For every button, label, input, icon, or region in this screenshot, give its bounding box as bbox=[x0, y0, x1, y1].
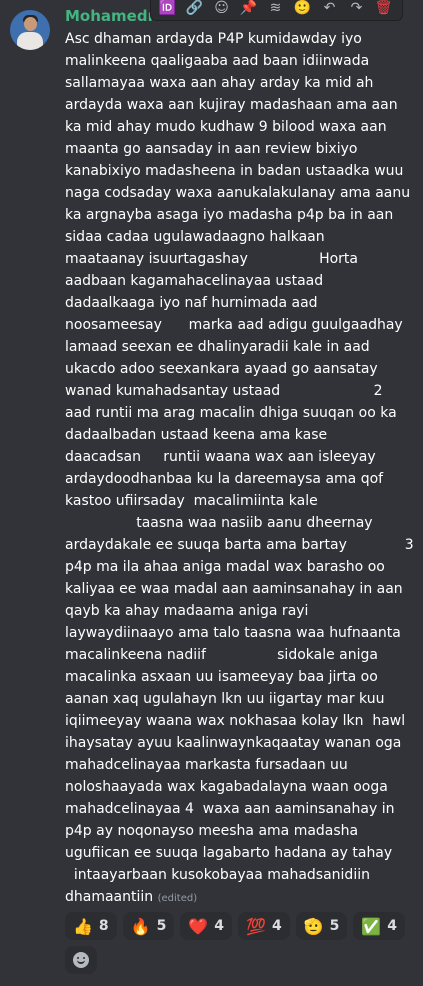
message-line: ardaydakale ee suuqa barta ama bartay 3 bbox=[65, 537, 414, 553]
message-line: macalinka asxaan uu isameeyay baa jirta … bbox=[65, 669, 378, 685]
reaction-button[interactable]: 🔥 5 bbox=[122, 912, 175, 940]
message-line: ka mid ahay mudo kudhaw 9 bilood waxa aa… bbox=[65, 119, 387, 135]
link-icon[interactable]: 🔗 bbox=[184, 0, 205, 18]
reactions-bar: 👍 8 🔥 5 ❤️ 4 💯 4 🫡 5 ✅ 4 bbox=[65, 912, 415, 974]
message-line-text: dhamaantiin bbox=[65, 889, 154, 905]
avatar-head bbox=[24, 17, 37, 31]
message-line: dhamaantiin (edited) bbox=[65, 886, 413, 908]
message-line: lamaad seexan ee dhalinyaradii kale in a… bbox=[65, 339, 370, 355]
message-line: dadaalkaaga iyo naf hurnimada aad bbox=[65, 295, 318, 311]
fire-icon: 🔥 bbox=[130, 916, 151, 936]
message-line: macalinkeena nadiif sidokale aniga bbox=[65, 647, 378, 663]
message-line: kastoo ufiirsaday macalimiinta kale bbox=[65, 493, 318, 509]
message-line: ardaydoodhanbaa ku la dareemaysa ama qof bbox=[65, 471, 384, 487]
heart-icon: ❤️ bbox=[188, 916, 209, 936]
message-line: aadbaan kagamahacelinayaa ustaad bbox=[65, 273, 324, 289]
message-line: aad runtii ma arag macalin dhiga suuqan … bbox=[65, 405, 397, 421]
reaction-button[interactable]: ✅ 4 bbox=[353, 912, 406, 940]
delete-icon[interactable]: 🗑 bbox=[373, 0, 394, 18]
reaction-count: 4 bbox=[271, 918, 282, 934]
saluting-face-icon: 🫡 bbox=[303, 916, 324, 936]
message-line: sidaa cadaa ugulawadaagno halkaan bbox=[65, 229, 325, 245]
message-line: noosameesay marka aad adigu guulgaadhay bbox=[65, 317, 403, 333]
message-line: ardayda waxa aan kujiray madashaan ama a… bbox=[65, 97, 398, 113]
message-line: sallamayaa waxa aan ahay arday ka mid ah bbox=[65, 75, 374, 91]
message-line: ka argnayba asaga iyo madasha p4p ba in … bbox=[65, 207, 394, 223]
message-line: p4p ma ila ahaa aniga madal wax barasho … bbox=[65, 559, 385, 575]
message-line: maanta go aansaday in aan review bixiyo bbox=[65, 141, 358, 157]
emoji-icon[interactable]: 🙂 bbox=[292, 0, 313, 18]
message-action-toolbar: 🆔 🔗 ☺ 📌 ≋ 🙂 ↶ ↷ 🗑 bbox=[150, 0, 403, 21]
message-line: mahadcelinayaa markasta fursadaan uu bbox=[65, 757, 348, 773]
message-line: ihaysatay ayuu kaalinwaynkaqaatay wanan … bbox=[65, 735, 402, 751]
add-reaction-icon bbox=[73, 952, 89, 968]
message-line: Asc dhaman ardayda P4P kumidawday iyo bbox=[65, 31, 362, 47]
message-line: kanabixiyo madasheena in badan ustaadka … bbox=[65, 163, 404, 179]
message-line: noloshaayada wax kagabadalayna waan ooga bbox=[65, 779, 388, 795]
reaction-button[interactable]: 💯 4 bbox=[238, 912, 290, 940]
message-line: daacadsan runtii waana wax aan isleeyay bbox=[65, 449, 376, 465]
message-line: naga codsaday waxa aanukalakulanay ama a… bbox=[65, 185, 411, 201]
thumbs-up-icon: 👍 bbox=[73, 916, 93, 936]
reaction-button[interactable]: ❤️ 4 bbox=[180, 912, 233, 940]
message-line: maataanay isuurtagashay Horta bbox=[65, 251, 359, 267]
add-reaction-button[interactable] bbox=[65, 946, 97, 974]
message-line: p4p ay noqonayso meesha ama madasha bbox=[65, 823, 359, 839]
avatar-body bbox=[17, 32, 43, 50]
reaction-count: 5 bbox=[156, 918, 167, 934]
message-line: qayb ka ahay madaama aniga rayi bbox=[65, 603, 309, 619]
hundred-points-icon: 💯 bbox=[246, 916, 266, 936]
message-line: dadaalbadan ustaad keena ama kase bbox=[65, 427, 328, 443]
message-id-icon[interactable]: 🆔 bbox=[157, 0, 178, 18]
reaction-button[interactable]: 🫡 5 bbox=[295, 912, 348, 940]
message-line: laywaydiinaayo ama talo taasna waa hufna… bbox=[65, 625, 401, 641]
message-line: ukacdo adoo seexankara ayaad go aansatay bbox=[65, 361, 378, 377]
avatar[interactable] bbox=[10, 10, 50, 50]
reaction-count: 4 bbox=[387, 918, 398, 934]
reply-icon[interactable]: ↶ bbox=[319, 0, 340, 18]
message-line: iqiimeeyay waana wax nokhasaa kolay lkn … bbox=[65, 713, 406, 729]
add-reaction-icon[interactable]: ☺ bbox=[211, 0, 232, 18]
reaction-count: 4 bbox=[214, 918, 225, 934]
message-line: intaayarbaan kusokobayaa mahadsanidiin bbox=[65, 867, 370, 883]
message-line: taasna waa nasiib aanu dheernay bbox=[65, 515, 373, 531]
message-line: malinkeena qaaligaaba aad baan idiinwada bbox=[65, 53, 370, 69]
message-line: wanad kumahadsantay ustaad 2 bbox=[65, 383, 383, 399]
reaction-count: 5 bbox=[329, 918, 340, 934]
reaction-count: 8 bbox=[98, 918, 109, 934]
edited-label: (edited) bbox=[157, 893, 198, 904]
thread-icon[interactable]: ≋ bbox=[265, 0, 286, 18]
message-line: kaliyaa ee waa madal aan aaminsanahay in… bbox=[65, 581, 403, 597]
message-content: Asc dhaman ardayda P4P kumidawday iyo mal… bbox=[65, 28, 414, 908]
pin-icon[interactable]: 📌 bbox=[238, 0, 259, 18]
message-line: aanan xaq ugulahayn lkn uu iigartay mar … bbox=[65, 691, 385, 707]
forward-icon[interactable]: ↷ bbox=[346, 0, 367, 18]
message-line: ugufiican ee suuqa lagabarto hadana ay t… bbox=[65, 845, 393, 861]
reaction-button[interactable]: 👍 8 bbox=[65, 912, 117, 940]
check-mark-icon: ✅ bbox=[361, 916, 382, 936]
message-line: mahadcelinayaa 4 waxa aan aaminsanahay i… bbox=[65, 801, 395, 817]
